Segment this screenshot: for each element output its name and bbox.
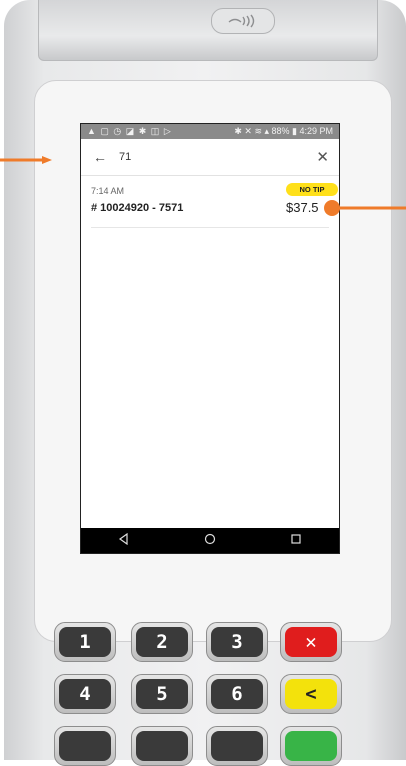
key-8[interactable] [131, 726, 193, 766]
transaction-row[interactable]: 7:14 AM NO TIP # 10024920 - 7571 $37.5 [91, 176, 338, 228]
key-2[interactable]: 2 [131, 622, 193, 662]
annotation-pointer-right [324, 200, 406, 216]
payment-terminal: ▲ ▢ ◷ ◪ ✱ ◫ ▷ ✱ ✕ ≋ ▴ 88% ▮ 4:29 PM ← ✕ … [0, 0, 406, 766]
key-1[interactable]: 1 [54, 622, 116, 662]
android-status-bar: ▲ ▢ ◷ ◪ ✱ ◫ ▷ ✱ ✕ ≋ ▴ 88% ▮ 4:29 PM [81, 124, 339, 139]
status-notification-icons: ▲ ▢ ◷ ◪ ✱ ◫ ▷ [87, 126, 172, 136]
android-nav-bar [81, 528, 339, 553]
key-4[interactable]: 4 [54, 674, 116, 714]
tip-status-badge: NO TIP [286, 183, 338, 196]
nav-home-icon[interactable] [204, 532, 216, 550]
search-bar: ← ✕ [81, 139, 339, 176]
key-7[interactable] [54, 726, 116, 766]
cancel-key[interactable]: ✕ [280, 622, 342, 662]
transaction-time: 7:14 AM [91, 186, 125, 196]
key-5[interactable]: 5 [131, 674, 193, 714]
nav-back-icon[interactable] [118, 532, 130, 550]
enter-key[interactable] [280, 726, 342, 766]
contactless-icon [211, 8, 275, 34]
search-input[interactable] [117, 150, 271, 164]
transaction-order-number: # 10024920 - 7571 [91, 202, 184, 214]
status-system-info: ✱ ✕ ≋ ▴ 88% ▮ 4:29 PM [234, 126, 333, 136]
clear-search-icon[interactable]: ✕ [316, 148, 329, 166]
clear-key[interactable]: < [280, 674, 342, 714]
annotation-arrow-left [0, 156, 52, 164]
key-3[interactable]: 3 [206, 622, 268, 662]
back-arrow-icon[interactable]: ← [93, 149, 111, 165]
terminal-screen: ▲ ▢ ◷ ◪ ✱ ◫ ▷ ✱ ✕ ≋ ▴ 88% ▮ 4:29 PM ← ✕ … [80, 123, 340, 554]
key-6[interactable]: 6 [206, 674, 268, 714]
transaction-amount: $37.5 [286, 200, 319, 215]
card-reader-slot [38, 0, 378, 61]
nav-recents-icon[interactable] [290, 532, 302, 550]
key-9[interactable] [206, 726, 268, 766]
